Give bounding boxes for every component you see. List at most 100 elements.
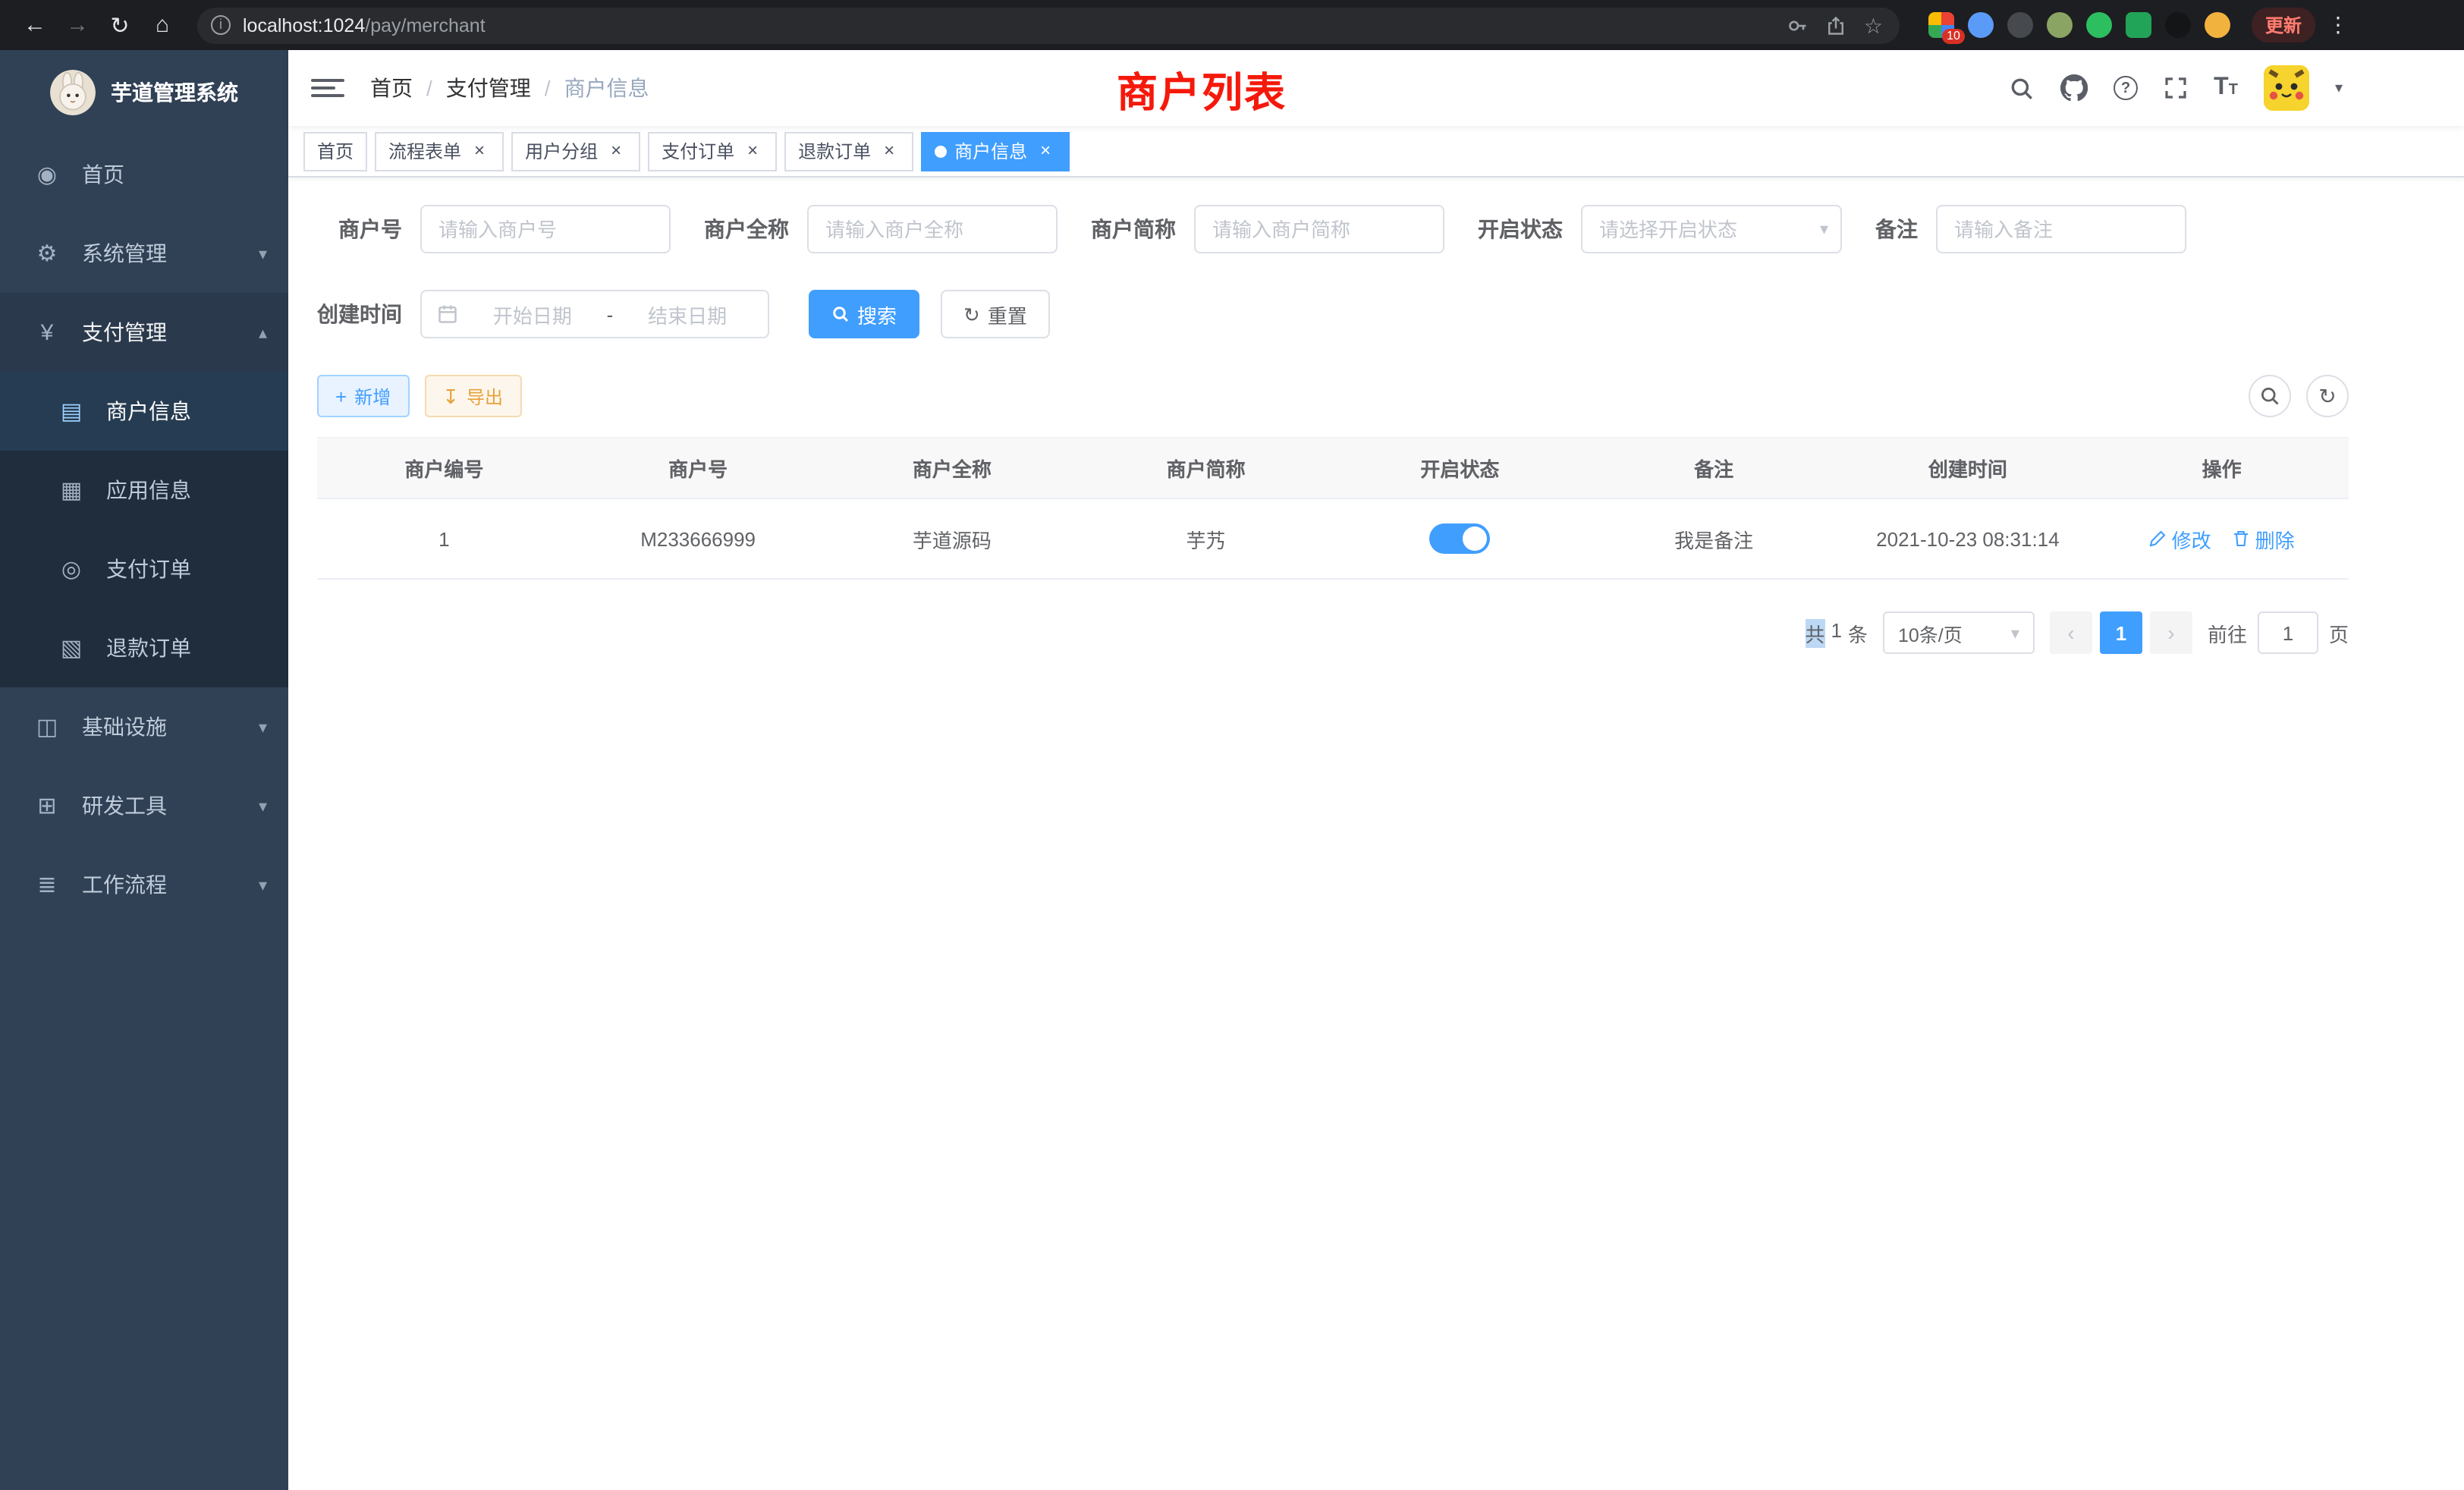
sidebar-item-infra[interactable]: ◫ 基础设施 ▾ (0, 687, 288, 766)
page-size-select[interactable]: 10条/页 ▾ (1883, 611, 2035, 654)
col-full-name: 商户全称 (825, 438, 1080, 498)
sidebar-item-dev-tools[interactable]: ⊞ 研发工具 ▾ (0, 766, 288, 845)
goto-label: 前往 (2208, 618, 2247, 647)
browser-extensions: 10 (1928, 12, 2230, 38)
chevron-down-icon: ▾ (259, 796, 267, 816)
browser-toolbar: ← → ↻ ⌂ i localhost:1024/pay/merchant ☆ … (0, 0, 2464, 50)
sidebar-item-system[interactable]: ⚙ 系统管理 ▾ (0, 214, 288, 293)
close-icon[interactable]: × (1035, 140, 1056, 162)
fullscreen-icon[interactable] (2164, 76, 2188, 100)
col-merchant-no: 商户号 (571, 438, 825, 498)
bookmark-star-icon[interactable]: ☆ (1864, 14, 1883, 36)
status-select[interactable] (1581, 205, 1842, 253)
page-unit-label: 页 (2329, 618, 2349, 647)
reload-icon: ↻ (110, 11, 129, 39)
export-button[interactable]: ↧ 导出 (424, 375, 521, 417)
next-page-button[interactable]: › (2150, 611, 2192, 654)
github-icon[interactable] (2060, 74, 2088, 102)
extension-icon[interactable] (2126, 12, 2151, 38)
merchant-short-name-input[interactable] (1194, 205, 1444, 253)
refresh-table-button[interactable]: ↻ (2306, 375, 2349, 417)
merchant-full-name-input[interactable] (807, 205, 1058, 253)
page-size-value: 10条/页 (1898, 618, 2005, 647)
chevron-down-icon: ▾ (259, 875, 267, 894)
order-target-icon: ◎ (55, 555, 88, 583)
page-info-icon[interactable]: i (211, 15, 231, 35)
close-icon[interactable]: × (878, 140, 900, 162)
calendar-icon (437, 303, 458, 325)
address-bar[interactable]: i localhost:1024/pay/merchant ☆ (197, 7, 1900, 43)
table-row: 1 M233666999 芋道源码 芋艿 我是备注 2021-10-23 08:… (317, 498, 2349, 579)
tab-pay-order[interactable]: 支付订单 × (648, 131, 777, 171)
filter-label-merchant-no: 商户号 (317, 214, 402, 244)
sidebar-item-payment[interactable]: ¥ 支付管理 ▴ (0, 293, 288, 372)
profile-avatar-icon[interactable] (2205, 12, 2230, 38)
tab-merchant-info[interactable]: 商户信息 × (921, 131, 1070, 171)
extension-icon[interactable] (2047, 12, 2073, 38)
tab-home[interactable]: 首页 (303, 131, 367, 171)
search-icon[interactable] (2009, 75, 2035, 101)
logo-avatar (50, 70, 96, 115)
refresh-icon: ↻ (963, 304, 980, 324)
sidebar-item-home[interactable]: ◉ 首页 (0, 135, 288, 214)
col-remark: 备注 (1587, 438, 1841, 498)
remark-input[interactable] (1936, 205, 2186, 253)
merchant-no-input[interactable] (420, 205, 671, 253)
edit-link-label: 修改 (2172, 524, 2211, 553)
close-icon[interactable]: × (469, 140, 490, 162)
extension-icon[interactable]: 10 (1928, 12, 1954, 38)
avatar-caret-icon[interactable]: ▾ (2335, 80, 2343, 96)
font-size-icon[interactable]: TT (2214, 74, 2238, 102)
add-button[interactable]: + 新增 (317, 375, 409, 417)
browser-back-button[interactable]: ← (15, 5, 55, 45)
sidebar-item-refund-order[interactable]: ▧ 退款订单 (0, 608, 288, 687)
extension-icon[interactable] (2165, 12, 2191, 38)
sidebar-item-pay-order[interactable]: ◎ 支付订单 (0, 530, 288, 608)
browser-update-button[interactable]: 更新 (2252, 8, 2315, 42)
breadcrumb-home[interactable]: 首页 (370, 73, 413, 103)
breadcrumb-payment[interactable]: 支付管理 (446, 73, 531, 103)
page-number-button[interactable]: 1 (2100, 611, 2142, 654)
add-button-label: 新增 (354, 383, 391, 409)
browser-home-button[interactable]: ⌂ (143, 5, 182, 45)
col-status: 开启状态 (1333, 438, 1587, 498)
browser-menu-button[interactable]: ⋮ (2318, 5, 2358, 45)
help-icon[interactable]: ? (2114, 76, 2138, 100)
cell-merchant-id: 1 (317, 498, 571, 579)
reset-button[interactable]: ↻ 重置 (941, 290, 1050, 338)
app-logo[interactable]: 芋道管理系统 (0, 50, 288, 135)
extension-icon[interactable] (1968, 12, 1994, 38)
goto-page-input[interactable] (2258, 611, 2318, 654)
export-button-label: 导出 (467, 383, 503, 409)
sidebar-item-app-info[interactable]: ▦ 应用信息 (0, 451, 288, 530)
sidebar-toggle-icon[interactable] (311, 71, 344, 105)
close-icon[interactable]: × (742, 140, 763, 162)
delete-link[interactable]: 删除 (2233, 524, 2295, 553)
tab-refund-order[interactable]: 退款订单 × (784, 131, 913, 171)
breadcrumb: 首页 / 支付管理 / 商户信息 (370, 73, 649, 103)
close-icon[interactable]: × (605, 140, 627, 162)
sidebar-item-workflow[interactable]: ≣ 工作流程 ▾ (0, 845, 288, 924)
sidebar-item-label: 研发工具 (82, 791, 259, 821)
tab-user-group[interactable]: 用户分组 × (511, 131, 640, 171)
browser-forward-button[interactable]: → (58, 5, 97, 45)
user-avatar[interactable] (2264, 65, 2309, 111)
extension-icon[interactable] (2007, 12, 2033, 38)
kebab-menu-icon: ⋮ (2327, 12, 2349, 38)
extension-icon[interactable] (2086, 12, 2112, 38)
sidebar-item-merchant-info[interactable]: ▤ 商户信息 (0, 372, 288, 451)
yen-icon: ¥ (30, 319, 64, 345)
prev-page-button[interactable]: ‹ (2050, 611, 2092, 654)
sidebar-item-label: 商户信息 (106, 396, 267, 426)
tab-process-form[interactable]: 流程表单 × (375, 131, 504, 171)
password-key-icon[interactable] (1788, 14, 1809, 36)
chevron-up-icon: ▴ (259, 322, 267, 342)
chevron-down-icon: ▾ (2011, 623, 2019, 643)
toggle-search-button[interactable] (2249, 375, 2291, 417)
search-button[interactable]: 搜索 (809, 290, 919, 338)
status-toggle[interactable] (1429, 523, 1490, 554)
share-icon[interactable] (1826, 14, 1847, 36)
edit-link[interactable]: 修改 (2149, 524, 2211, 553)
create-time-range-picker[interactable]: 开始日期 - 结束日期 (420, 290, 769, 338)
browser-reload-button[interactable]: ↻ (100, 5, 140, 45)
